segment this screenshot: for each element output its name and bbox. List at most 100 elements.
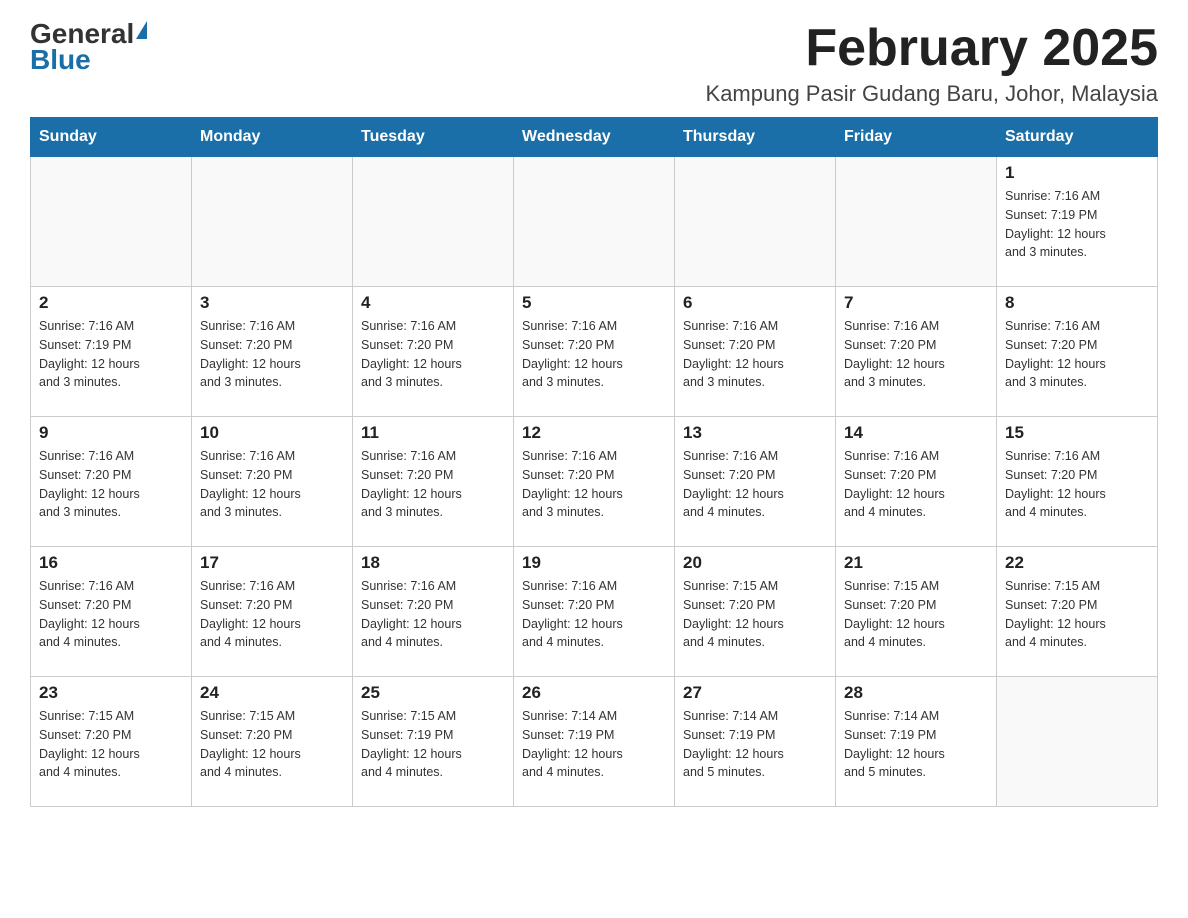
calendar-cell: 9 Sunrise: 7:16 AMSunset: 7:20 PMDaylight… [31, 417, 192, 547]
day-info: Sunrise: 7:15 AMSunset: 7:20 PMDaylight:… [39, 707, 183, 782]
day-number: 13 [683, 423, 827, 443]
calendar-cell: 23 Sunrise: 7:15 AMSunset: 7:20 PMDayligh… [31, 677, 192, 807]
day-of-week-header: Wednesday [514, 118, 675, 157]
day-info: Sunrise: 7:15 AMSunset: 7:20 PMDaylight:… [844, 577, 988, 652]
day-number: 17 [200, 553, 344, 573]
day-of-week-header: Tuesday [353, 118, 514, 157]
day-number: 22 [1005, 553, 1149, 573]
day-info: Sunrise: 7:15 AMSunset: 7:20 PMDaylight:… [200, 707, 344, 782]
day-number: 14 [844, 423, 988, 443]
day-info: Sunrise: 7:16 AMSunset: 7:20 PMDaylight:… [361, 317, 505, 392]
calendar-week-row: 23 Sunrise: 7:15 AMSunset: 7:20 PMDayligh… [31, 677, 1158, 807]
calendar-cell: 15Sunrise: 7:16 AMSunset: 7:20 PMDayligh… [997, 417, 1158, 547]
day-number: 27 [683, 683, 827, 703]
day-number: 2 [39, 293, 183, 313]
day-number: 23 [39, 683, 183, 703]
calendar-table: SundayMondayTuesdayWednesdayThursdayFrid… [30, 117, 1158, 807]
calendar-cell: 17 Sunrise: 7:16 AMSunset: 7:20 PMDayligh… [192, 547, 353, 677]
calendar-week-row: 9 Sunrise: 7:16 AMSunset: 7:20 PMDaylight… [31, 417, 1158, 547]
calendar-cell: 24 Sunrise: 7:15 AMSunset: 7:20 PMDayligh… [192, 677, 353, 807]
calendar-cell: 11 Sunrise: 7:16 AMSunset: 7:20 PMDayligh… [353, 417, 514, 547]
day-info: Sunrise: 7:15 AMSunset: 7:19 PMDaylight:… [361, 707, 505, 782]
calendar-cell: 2 Sunrise: 7:16 AMSunset: 7:19 PMDaylight… [31, 287, 192, 417]
calendar-cell: 8Sunrise: 7:16 AMSunset: 7:20 PMDaylight… [997, 287, 1158, 417]
title-block: February 2025 Kampung Pasir Gudang Baru,… [706, 20, 1158, 107]
calendar-cell: 16Sunrise: 7:16 AMSunset: 7:20 PMDayligh… [31, 547, 192, 677]
day-number: 12 [522, 423, 666, 443]
day-number: 6 [683, 293, 827, 313]
day-number: 5 [522, 293, 666, 313]
day-info: Sunrise: 7:16 AMSunset: 7:20 PMDaylight:… [200, 447, 344, 522]
calendar-cell: 5 Sunrise: 7:16 AMSunset: 7:20 PMDaylight… [514, 287, 675, 417]
day-info: Sunrise: 7:14 AMSunset: 7:19 PMDaylight:… [683, 707, 827, 782]
calendar-cell: 7 Sunrise: 7:16 AMSunset: 7:20 PMDaylight… [836, 287, 997, 417]
calendar-cell [675, 157, 836, 287]
day-info: Sunrise: 7:16 AMSunset: 7:20 PMDaylight:… [522, 317, 666, 392]
day-info: Sunrise: 7:16 AMSunset: 7:20 PMDaylight:… [1005, 447, 1149, 522]
calendar-cell [514, 157, 675, 287]
day-number: 11 [361, 423, 505, 443]
calendar-cell: 25 Sunrise: 7:15 AMSunset: 7:19 PMDayligh… [353, 677, 514, 807]
day-number: 16 [39, 553, 183, 573]
day-info: Sunrise: 7:16 AMSunset: 7:19 PMDaylight:… [39, 317, 183, 392]
calendar-cell [353, 157, 514, 287]
day-number: 19 [522, 553, 666, 573]
day-info: Sunrise: 7:14 AMSunset: 7:19 PMDaylight:… [522, 707, 666, 782]
calendar-cell: 1Sunrise: 7:16 AMSunset: 7:19 PMDaylight… [997, 157, 1158, 287]
day-number: 28 [844, 683, 988, 703]
day-number: 20 [683, 553, 827, 573]
day-number: 10 [200, 423, 344, 443]
day-number: 4 [361, 293, 505, 313]
calendar-cell [836, 157, 997, 287]
calendar-cell: 4 Sunrise: 7:16 AMSunset: 7:20 PMDaylight… [353, 287, 514, 417]
day-info: Sunrise: 7:16 AMSunset: 7:20 PMDaylight:… [683, 447, 827, 522]
calendar-week-row: 1Sunrise: 7:16 AMSunset: 7:19 PMDaylight… [31, 157, 1158, 287]
calendar-week-row: 16 Sunrise: 7:16 AMSunset: 7:20 PMDayligh… [31, 547, 1158, 677]
day-number: 1 [1005, 163, 1149, 183]
calendar-cell: 13 Sunrise: 7:16 AMSunset: 7:20 PMDayligh… [675, 417, 836, 547]
calendar-cell: 6 Sunrise: 7:16 AMSunset: 7:20 PMDaylight… [675, 287, 836, 417]
day-info: Sunrise: 7:15 AMSunset: 7:20 PMDaylight:… [683, 577, 827, 652]
day-number: 9 [39, 423, 183, 443]
day-number: 7 [844, 293, 988, 313]
day-of-week-header: Thursday [675, 118, 836, 157]
calendar-cell: 12 Sunrise: 7:16 AMSunset: 7:20 PMDayligh… [514, 417, 675, 547]
location-text: Kampung Pasir Gudang Baru, Johor, Malays… [706, 81, 1158, 107]
calendar-cell: 18 Sunrise: 7:16 AMSunset: 7:20 PMDayligh… [353, 547, 514, 677]
day-info: Sunrise: 7:16 AMSunset: 7:20 PMDaylight:… [1005, 317, 1149, 392]
day-info: Sunrise: 7:16 AMSunset: 7:20 PMDaylight:… [39, 447, 183, 522]
day-info: Sunrise: 7:16 AMSunset: 7:20 PMDaylight:… [522, 577, 666, 652]
logo-triangle-icon [136, 21, 147, 39]
day-number: 26 [522, 683, 666, 703]
calendar-cell: 26 Sunrise: 7:14 AMSunset: 7:19 PMDayligh… [514, 677, 675, 807]
calendar-cell: 3Sunrise: 7:16 AMSunset: 7:20 PMDaylight… [192, 287, 353, 417]
day-info: Sunrise: 7:14 AMSunset: 7:19 PMDaylight:… [844, 707, 988, 782]
calendar-header-row: SundayMondayTuesdayWednesdayThursdayFrid… [31, 118, 1158, 157]
calendar-cell: 10 Sunrise: 7:16 AMSunset: 7:20 PMDayligh… [192, 417, 353, 547]
calendar-cell [997, 677, 1158, 807]
day-info: Sunrise: 7:16 AMSunset: 7:20 PMDaylight:… [361, 447, 505, 522]
page-header: General Blue February 2025 Kampung Pasir… [30, 20, 1158, 107]
day-info: Sunrise: 7:16 AMSunset: 7:20 PMDaylight:… [844, 317, 988, 392]
calendar-cell: 27 Sunrise: 7:14 AMSunset: 7:19 PMDayligh… [675, 677, 836, 807]
day-number: 21 [844, 553, 988, 573]
day-number: 18 [361, 553, 505, 573]
day-info: Sunrise: 7:16 AMSunset: 7:20 PMDaylight:… [200, 577, 344, 652]
day-info: Sunrise: 7:16 AMSunset: 7:20 PMDaylight:… [683, 317, 827, 392]
day-number: 24 [200, 683, 344, 703]
calendar-cell [31, 157, 192, 287]
day-info: Sunrise: 7:16 AMSunset: 7:20 PMDaylight:… [522, 447, 666, 522]
calendar-cell: 14 Sunrise: 7:16 AMSunset: 7:20 PMDayligh… [836, 417, 997, 547]
day-info: Sunrise: 7:16 AMSunset: 7:20 PMDaylight:… [361, 577, 505, 652]
day-number: 25 [361, 683, 505, 703]
calendar-cell: 28 Sunrise: 7:14 AMSunset: 7:19 PMDayligh… [836, 677, 997, 807]
day-info: Sunrise: 7:16 AMSunset: 7:20 PMDaylight:… [844, 447, 988, 522]
calendar-cell: 21 Sunrise: 7:15 AMSunset: 7:20 PMDayligh… [836, 547, 997, 677]
day-of-week-header: Sunday [31, 118, 192, 157]
day-of-week-header: Saturday [997, 118, 1158, 157]
day-number: 3 [200, 293, 344, 313]
day-of-week-header: Monday [192, 118, 353, 157]
calendar-cell: 22Sunrise: 7:15 AMSunset: 7:20 PMDayligh… [997, 547, 1158, 677]
calendar-week-row: 2 Sunrise: 7:16 AMSunset: 7:19 PMDaylight… [31, 287, 1158, 417]
calendar-cell [192, 157, 353, 287]
